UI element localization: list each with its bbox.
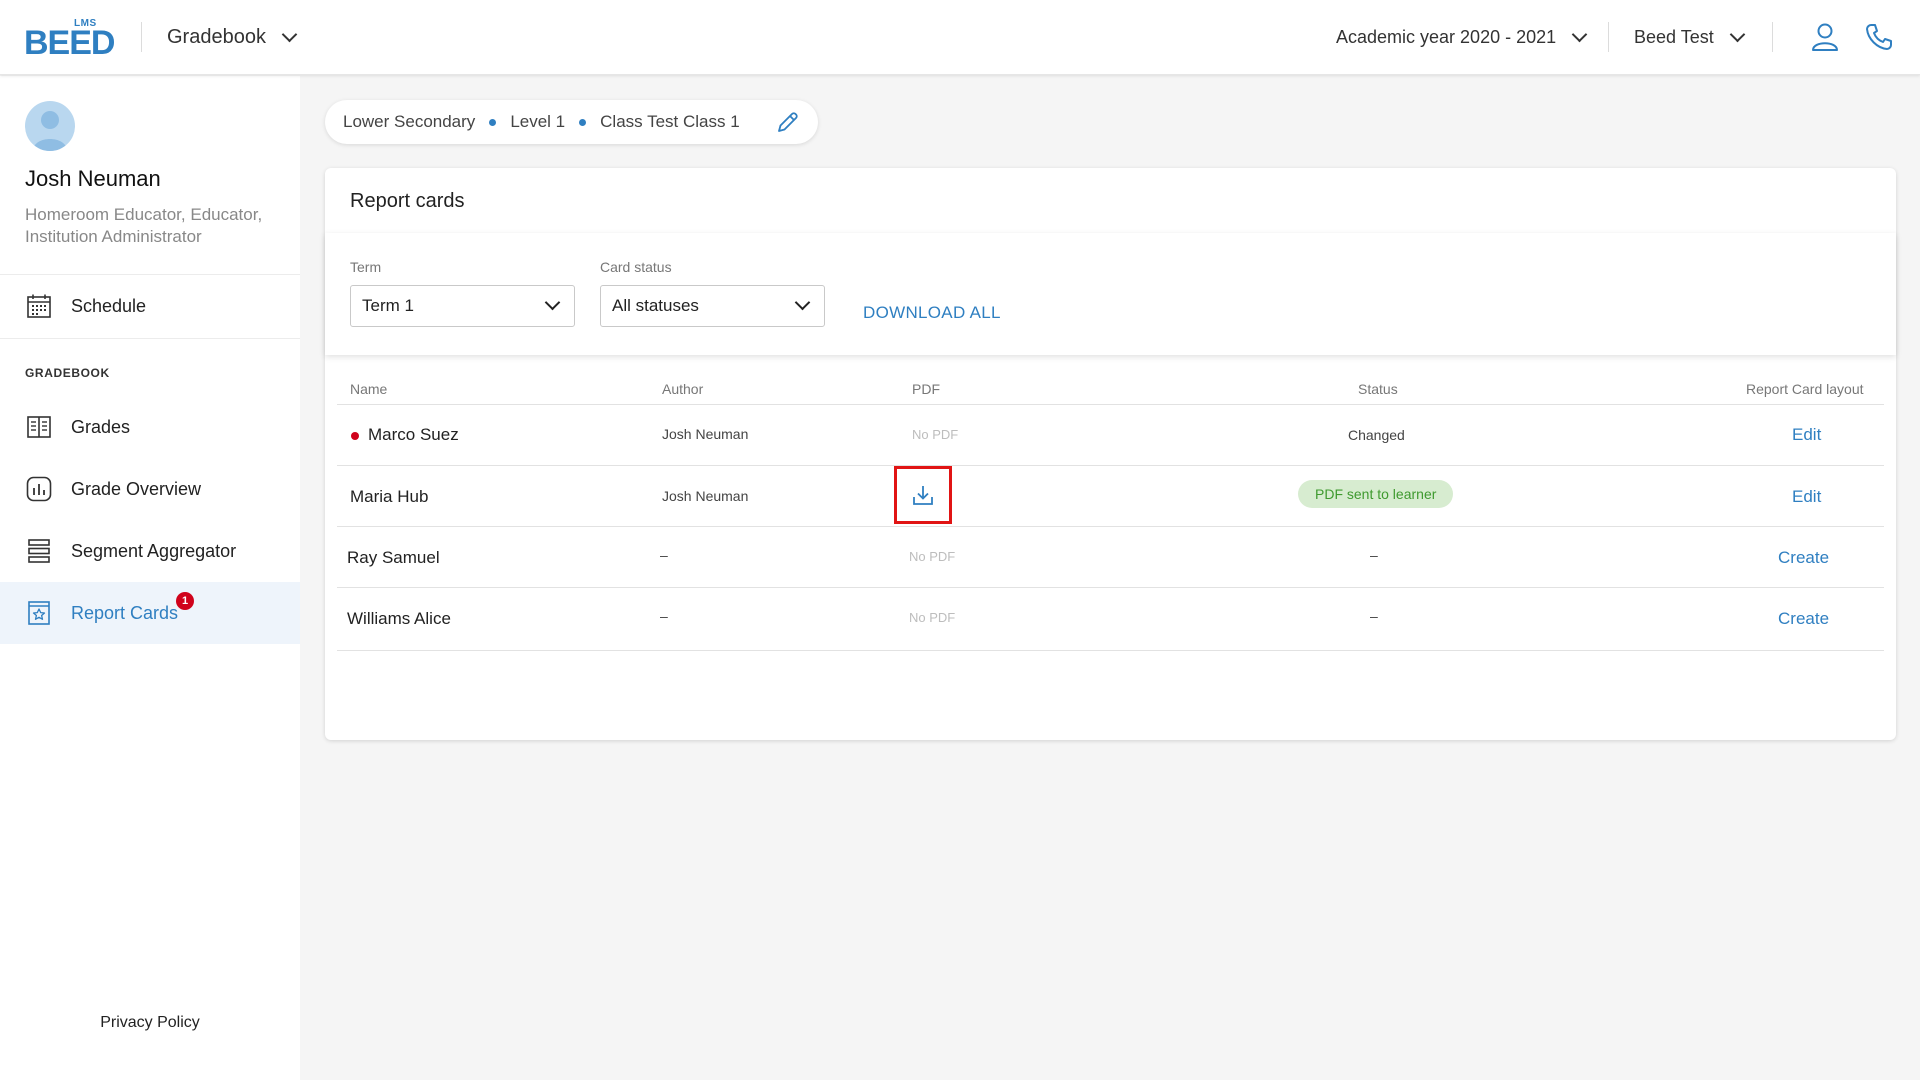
avatar[interactable] xyxy=(25,101,75,151)
sidebar-item-label: Report Cards xyxy=(71,602,179,623)
breadcrumb-item[interactable]: Class Test Class 1 xyxy=(600,112,740,132)
row-divider xyxy=(337,526,1884,527)
card-status-select[interactable]: All statuses xyxy=(600,285,825,327)
row-status: – xyxy=(1370,547,1378,563)
row-divider xyxy=(337,465,1884,466)
chevron-down-icon xyxy=(544,294,561,311)
sidebar-item-schedule[interactable]: Schedule xyxy=(0,275,300,337)
column-header-layout: Report Card layout xyxy=(1746,381,1864,397)
row-name: Ray Samuel xyxy=(347,548,440,567)
edit-layout-button[interactable]: Edit xyxy=(1792,425,1821,445)
sidebar-item-report-cards[interactable]: Report Cards 1 xyxy=(0,582,300,644)
row-pdf: No PDF xyxy=(912,427,959,442)
sidebar-item-segment-aggregator[interactable]: Segment Aggregator xyxy=(0,520,300,582)
user-icon[interactable] xyxy=(1810,22,1840,52)
breadcrumb-item[interactable]: Level 1 xyxy=(510,112,565,132)
filters-bar: Term Term 1 Card status All statuses DOW… xyxy=(325,233,1896,355)
download-icon xyxy=(913,486,933,505)
institution-dropdown[interactable]: Beed Test xyxy=(1634,18,1746,56)
profile-name: Josh Neuman xyxy=(25,166,161,191)
sidebar-section-title: GRADEBOOK xyxy=(25,366,110,380)
download-all-button[interactable]: DOWNLOAD ALL xyxy=(863,303,1001,323)
institution-label: Beed Test xyxy=(1634,26,1714,47)
breadcrumb-separator xyxy=(489,118,497,126)
sidebar-divider xyxy=(0,338,300,339)
module-label: Gradebook xyxy=(167,25,266,48)
book-icon xyxy=(27,416,51,438)
report-card-icon xyxy=(28,601,50,625)
sidebar-item-label: Grade Overview xyxy=(71,478,202,499)
sidebar-item-label: Segment Aggregator xyxy=(71,540,237,561)
row-divider xyxy=(337,650,1884,651)
row-name: Marco Suez xyxy=(368,425,459,444)
row-name: Maria Hub xyxy=(350,487,429,506)
chart-icon xyxy=(26,476,52,502)
module-dropdown[interactable]: Gradebook xyxy=(167,18,298,56)
report-cards-panel: Report cards Term Term 1 Card status All… xyxy=(325,168,1896,740)
column-header-author: Author xyxy=(662,381,704,397)
breadcrumb: Lower Secondary Level 1 Class Test Class… xyxy=(325,100,818,144)
edit-layout-button[interactable]: Edit xyxy=(1792,487,1821,507)
sidebar-item-label: Grades xyxy=(71,416,131,437)
logo-wordmark: BEED xyxy=(24,24,115,62)
row-name: Williams Alice xyxy=(347,609,451,628)
row-author: – xyxy=(660,547,668,563)
create-layout-button[interactable]: Create xyxy=(1778,548,1829,568)
term-label: Term xyxy=(350,259,382,275)
row-status: Changed xyxy=(1348,427,1405,443)
chevron-down-icon xyxy=(1571,26,1588,42)
row-divider xyxy=(337,587,1884,588)
layers-icon xyxy=(28,539,50,563)
sidebar: Josh Neuman Homeroom Educator, Educator,… xyxy=(0,76,300,1080)
notification-badge: 1 xyxy=(176,592,194,610)
row-author: Josh Neuman xyxy=(662,488,749,504)
breadcrumb-item[interactable]: Lower Secondary xyxy=(343,112,475,132)
download-pdf-button[interactable] xyxy=(894,466,952,524)
pencil-icon[interactable] xyxy=(776,110,800,134)
term-select[interactable]: Term 1 xyxy=(350,285,575,327)
phone-icon[interactable] xyxy=(1864,22,1894,52)
row-pdf: No PDF xyxy=(909,610,956,625)
card-status-label: Card status xyxy=(600,259,672,275)
beed-logo[interactable]: LMS BEED xyxy=(24,18,118,60)
chevron-down-icon xyxy=(794,294,811,311)
column-header-pdf: PDF xyxy=(912,381,940,397)
calendar-icon xyxy=(27,294,51,318)
column-header-name: Name xyxy=(350,381,388,397)
sidebar-item-grades[interactable]: Grades xyxy=(0,396,300,458)
academic-year-label: Academic year 2020 - 2021 xyxy=(1336,26,1557,47)
breadcrumb-separator xyxy=(579,118,587,126)
header-divider xyxy=(1772,22,1773,52)
top-bar: LMS BEED Gradebook Academic year 2020 - … xyxy=(0,0,1920,75)
row-status: – xyxy=(1370,608,1378,624)
academic-year-dropdown[interactable]: Academic year 2020 - 2021 xyxy=(1336,18,1588,56)
create-layout-button[interactable]: Create xyxy=(1778,609,1829,629)
status-badge: PDF sent to learner xyxy=(1298,480,1454,508)
row-author: Josh Neuman xyxy=(662,426,749,442)
header-divider xyxy=(141,22,142,52)
chevron-down-icon xyxy=(281,26,298,42)
chevron-down-icon xyxy=(1729,26,1746,42)
row-author: – xyxy=(660,608,668,624)
sidebar-item-grade-overview[interactable]: Grade Overview xyxy=(0,458,300,520)
sidebar-item-label: Schedule xyxy=(71,295,147,316)
term-value: Term 1 xyxy=(362,296,414,315)
changed-indicator xyxy=(351,432,359,440)
panel-title: Report cards xyxy=(350,190,465,212)
privacy-policy-link[interactable]: Privacy Policy xyxy=(0,1014,300,1032)
header-divider xyxy=(1608,22,1609,52)
row-divider xyxy=(337,404,1884,405)
column-header-status: Status xyxy=(1358,381,1398,397)
card-status-value: All statuses xyxy=(612,296,699,315)
profile-roles: Homeroom Educator, Educator, Institution… xyxy=(25,205,263,246)
row-pdf: No PDF xyxy=(909,549,956,564)
avatar-person-icon xyxy=(33,111,67,151)
